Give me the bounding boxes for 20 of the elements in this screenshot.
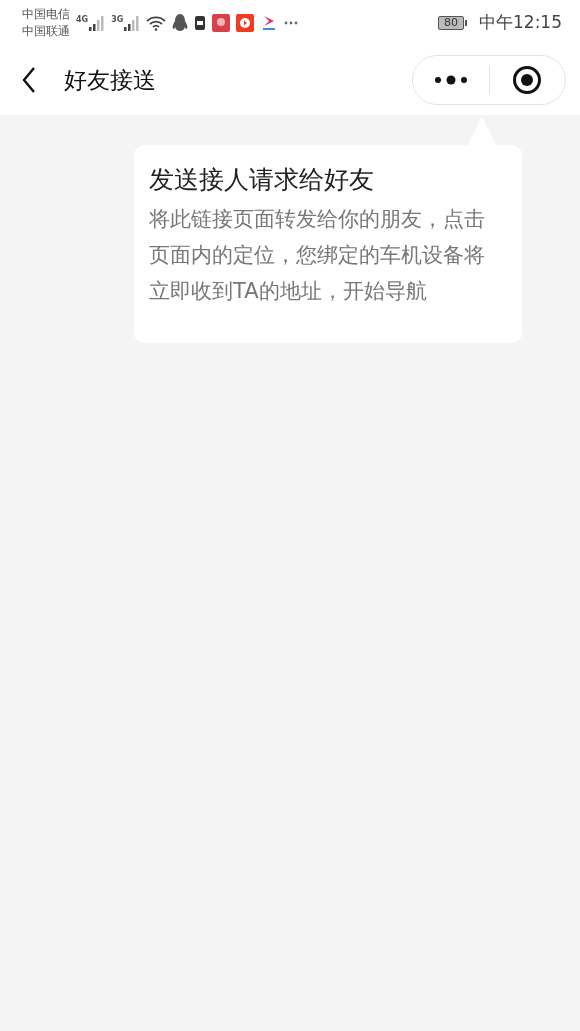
network-label: 4G [76, 14, 89, 25]
play-icon [236, 13, 255, 32]
page-title: 好友接送 [64, 65, 157, 95]
network-label: 3G [111, 14, 124, 25]
popover-title: 发送接人请求给好友 [149, 164, 375, 196]
more-icon [432, 75, 469, 85]
wifi-icon [146, 14, 167, 31]
app-icon [212, 13, 231, 32]
back-icon [22, 67, 36, 93]
app-icon [194, 14, 207, 31]
clock-time: 中午12:15 [479, 11, 562, 34]
more-icon [284, 20, 299, 25]
penguin-icon [172, 13, 189, 32]
popover-text: 将此链接页面转发给你的朋友，点击页面内的定位，您绑定的车机设备将立即收到TA的地址，开始导航 [149, 206, 486, 305]
carrier-label: 中国电信 [22, 5, 70, 23]
target-icon [512, 65, 543, 95]
signal-icon [124, 14, 141, 31]
signal-icon [89, 14, 106, 31]
battery-indicator: 80 [438, 15, 464, 30]
carrier-label: 中国联通 [22, 22, 70, 40]
